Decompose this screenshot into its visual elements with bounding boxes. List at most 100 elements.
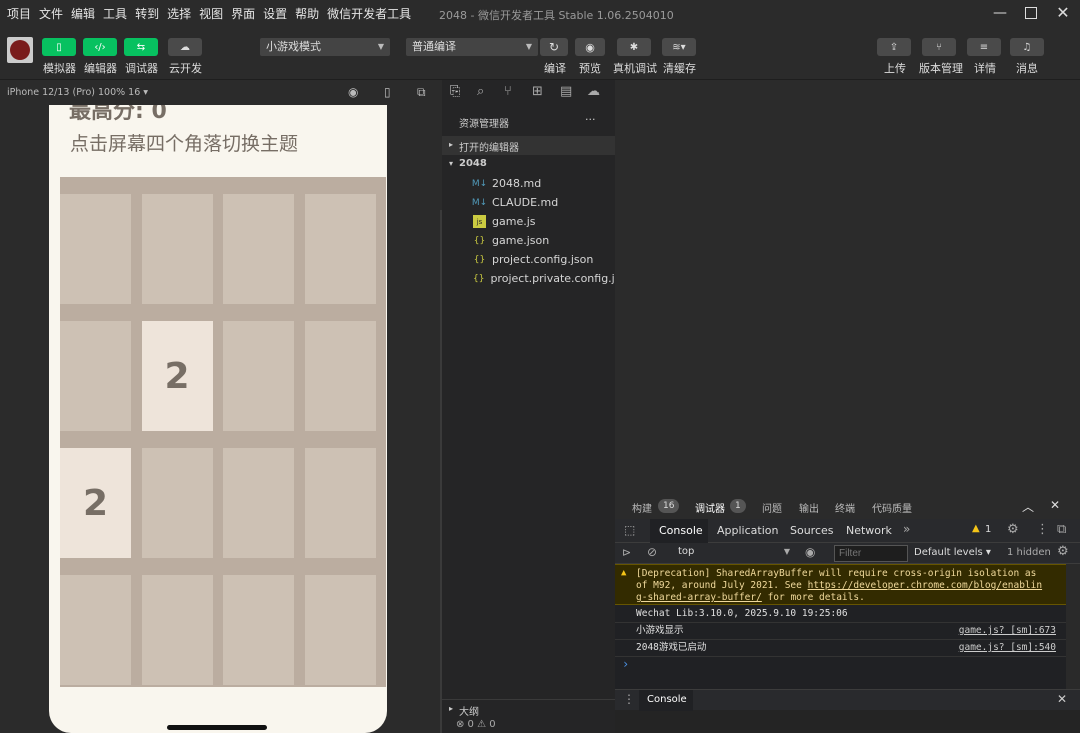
menu-devtools[interactable]: 微信开发者工具 xyxy=(327,5,411,22)
tab-problems[interactable]: 问题 xyxy=(762,500,782,515)
log-line: 2048游戏已启动 game.js? [sm]:540 xyxy=(615,640,1066,657)
menu-edit[interactable]: 编辑 xyxy=(71,5,95,22)
compile-select[interactable]: 普通编译 ▼ xyxy=(406,38,538,56)
close-drawer-icon[interactable]: ✕ xyxy=(1057,692,1067,706)
phone-screen[interactable]: 最高分: 0 点击屏幕四个角落切换主题 22 xyxy=(49,105,387,733)
file-item[interactable]: M↓ 2048.md xyxy=(442,174,615,193)
extensions-icon[interactable]: ⊞ xyxy=(532,84,543,99)
cloud-button[interactable]: ☁ xyxy=(168,38,202,56)
menu-tools[interactable]: 工具 xyxy=(103,5,127,22)
tab-sources[interactable]: Sources xyxy=(790,524,834,537)
inspect-icon[interactable]: ⬚ xyxy=(624,523,635,537)
log-text: Wechat Lib:3.10.0, 2025.9.10 19:25:06 xyxy=(636,608,848,619)
simulator-label: 模拟器 xyxy=(43,62,76,75)
tab-terminal[interactable]: 终端 xyxy=(835,500,855,515)
device-select[interactable]: iPhone 12/13 (Pro) 100% 16 ▾ xyxy=(7,87,148,98)
console-output[interactable]: ▲ [Deprecation] SharedArrayBuffer will r… xyxy=(615,564,1066,689)
menu-settings[interactable]: 设置 xyxy=(263,5,287,22)
log-source-link[interactable]: game.js? [sm]:673 xyxy=(959,623,1056,639)
file-item[interactable]: {} game.json xyxy=(442,231,615,250)
files-icon[interactable]: ⎘ xyxy=(450,84,460,99)
board-tile xyxy=(304,321,376,431)
warning-link[interactable]: https://developer.chrome.com/blog/enabli… xyxy=(808,580,1043,591)
sidebar-toggle-icon[interactable]: ⊳ xyxy=(622,546,631,559)
upload-button[interactable]: ⇪ xyxy=(877,38,911,56)
outline-section[interactable]: ▸ 大纲 xyxy=(442,699,615,718)
file-item[interactable]: {} project.private.config.js... xyxy=(442,269,631,288)
more-icon[interactable]: ··· xyxy=(585,113,596,126)
game-board[interactable]: 22 xyxy=(60,177,386,687)
preview-button[interactable]: ◉ xyxy=(575,38,605,56)
mode-select[interactable]: 小游戏模式 ▼ xyxy=(260,38,390,56)
editor-button[interactable]: ‹/› xyxy=(83,38,117,56)
menu-view[interactable]: 视图 xyxy=(199,5,223,22)
warning-link-cont[interactable]: g-shared-array-buffer/ xyxy=(636,592,762,603)
file-name: CLAUDE.md xyxy=(492,196,559,209)
menu-project[interactable]: 项目 xyxy=(7,5,31,22)
compile-button[interactable]: ↻ xyxy=(540,38,568,56)
tab-console[interactable]: Console xyxy=(650,519,708,543)
menu-interface[interactable]: 界面 xyxy=(231,5,255,22)
phone-icon[interactable]: ▯ xyxy=(384,85,391,99)
board-tile xyxy=(223,321,294,431)
simulator-button[interactable]: ▯ xyxy=(42,38,76,56)
file-name: project.private.config.js... xyxy=(490,272,631,285)
levels-select[interactable]: Default levels ▾ xyxy=(914,547,991,558)
warning-icon[interactable]: ▲ xyxy=(972,523,980,534)
record-icon[interactable]: ◉ xyxy=(348,85,358,99)
chevron-up-icon[interactable]: ︿ xyxy=(1022,498,1034,515)
docker-icon[interactable]: ☁ xyxy=(587,84,600,99)
kebab-menu-icon[interactable]: ⋮ xyxy=(1036,522,1049,537)
eye-icon[interactable]: ◉ xyxy=(805,545,815,559)
kebab-menu-icon[interactable]: ⋮ xyxy=(623,692,635,706)
filter-input[interactable] xyxy=(834,545,908,562)
more-tabs-icon[interactable]: » xyxy=(903,522,910,536)
clear-cache-button[interactable]: ≋▾ xyxy=(662,38,696,56)
log-source-link[interactable]: game.js? [sm]:540 xyxy=(959,640,1056,656)
menu-goto[interactable]: 转到 xyxy=(135,5,159,22)
close-icon[interactable]: ✕ xyxy=(1052,3,1074,23)
file-item[interactable]: M↓ CLAUDE.md xyxy=(442,193,615,212)
real-debug-button[interactable]: ✱ xyxy=(617,38,651,56)
drawer-tab-console[interactable]: Console xyxy=(639,690,693,711)
minimize-icon[interactable]: — xyxy=(989,3,1011,23)
tab-code-quality[interactable]: 代码质量 xyxy=(872,500,912,515)
file-item[interactable]: {} project.config.json xyxy=(442,250,615,269)
maximize-icon[interactable] xyxy=(1020,3,1042,23)
explorer-icon-bar: ⎘ ⌕ ⑂ ⊞ ▤ ☁ xyxy=(442,80,615,107)
warning-icon: ▲ xyxy=(621,568,627,578)
version-button[interactable]: ⑂ xyxy=(922,38,956,56)
warning-count: 1 xyxy=(985,524,992,535)
tab-network[interactable]: Network xyxy=(846,524,892,537)
source-control-icon[interactable]: ⑂ xyxy=(504,84,512,99)
messages-button[interactable]: ♫ xyxy=(1010,38,1044,56)
popout-icon[interactable]: ⧉ xyxy=(417,85,426,100)
avatar[interactable] xyxy=(7,37,33,63)
gear-icon[interactable]: ⚙ xyxy=(1057,544,1069,559)
clear-console-icon[interactable]: ⊘ xyxy=(647,545,657,559)
project-section[interactable]: ▾ 2048 xyxy=(442,155,615,174)
menu-select[interactable]: 选择 xyxy=(167,5,191,22)
scrollbar[interactable] xyxy=(1066,564,1080,689)
menu-file[interactable]: 文件 xyxy=(39,5,63,22)
menu-help[interactable]: 帮助 xyxy=(295,5,319,22)
debugger-button[interactable]: ⇆ xyxy=(124,38,158,56)
search-icon[interactable]: ⌕ xyxy=(477,84,484,99)
context-select[interactable]: top ▼ xyxy=(674,545,792,561)
tab-application[interactable]: Application xyxy=(717,524,778,537)
tab-output[interactable]: 输出 xyxy=(799,500,819,515)
markdown-file-icon: M↓ xyxy=(471,178,488,189)
debug-panel-icon[interactable]: ▤ xyxy=(560,84,572,99)
undock-icon[interactable]: ⧉ xyxy=(1057,522,1066,537)
close-icon[interactable]: ✕ xyxy=(1050,498,1060,512)
console-prompt[interactable]: › xyxy=(622,657,629,671)
tab-debugger[interactable]: 调试器 xyxy=(695,500,725,515)
chevron-right-icon: ▸ xyxy=(449,704,454,713)
problems-status[interactable]: ⊗ 0 ⚠ 0 xyxy=(456,719,496,730)
file-item[interactable]: js game.js xyxy=(442,212,615,231)
details-button[interactable]: ≡ xyxy=(967,38,1001,56)
open-editors-section[interactable]: ▸ 打开的编辑器 xyxy=(442,136,615,155)
tab-build[interactable]: 构建 xyxy=(632,500,652,515)
gear-icon[interactable]: ⚙ xyxy=(1007,522,1019,537)
debugger-label: 调试器 xyxy=(125,62,158,75)
